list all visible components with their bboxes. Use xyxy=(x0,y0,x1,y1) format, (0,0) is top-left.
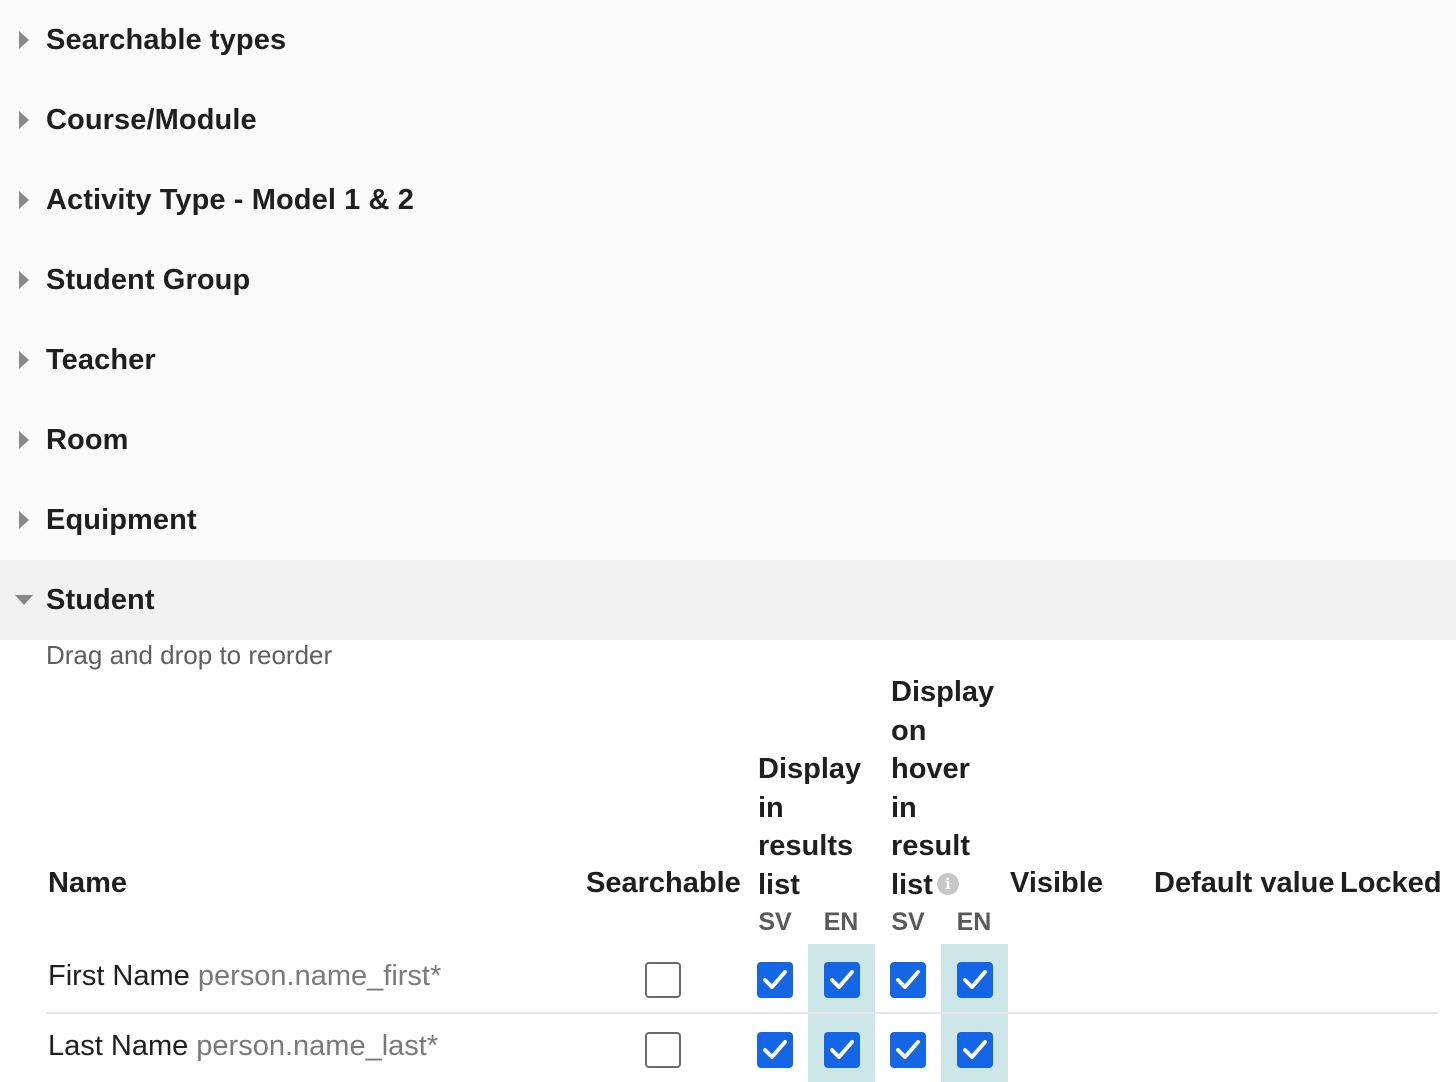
check-icon xyxy=(830,1040,854,1059)
sub-header-en: EN xyxy=(823,908,859,936)
sub-header-sv: SV xyxy=(891,908,925,936)
header-line: result xyxy=(891,830,970,862)
caret-right-icon xyxy=(14,30,34,50)
hover-sv-checkbox[interactable] xyxy=(890,962,926,998)
caret-right-icon xyxy=(14,510,34,530)
check-icon xyxy=(763,1040,787,1059)
accordion-label: Activity Type - Model 1 & 2 xyxy=(46,183,414,216)
accordion-label: Student Group xyxy=(46,263,251,296)
accordion-activity-type[interactable]: Activity Type - Model 1 & 2 xyxy=(0,160,1456,240)
searchable-checkbox[interactable] xyxy=(645,962,681,998)
results-en-checkbox[interactable] xyxy=(824,1032,860,1068)
sub-header-en: EN xyxy=(956,908,992,936)
row-divider xyxy=(46,1012,1438,1014)
accordion-label: Teacher xyxy=(46,343,156,376)
caret-right-icon xyxy=(14,110,34,130)
caret-down-icon xyxy=(14,590,34,610)
column-header-locked: Locked xyxy=(1340,867,1442,899)
column-header-display-hover: Display on hover in result list i xyxy=(891,673,994,904)
column-header-display-results: Display in results list xyxy=(758,750,861,904)
header-line: list xyxy=(758,868,800,901)
hover-sv-checkbox[interactable] xyxy=(890,1032,926,1068)
caret-right-icon xyxy=(14,430,34,450)
header-line: results xyxy=(758,830,854,862)
header-line: in xyxy=(891,791,917,824)
header-line: Display xyxy=(758,753,862,785)
table-row-name: Last Name person.name_last* xyxy=(48,1030,438,1063)
accordion-label: Course/Module xyxy=(46,103,257,136)
caret-right-icon xyxy=(14,190,34,210)
hover-en-checkbox[interactable] xyxy=(957,962,993,998)
field-name: First Name xyxy=(48,960,190,992)
accordion-label: Room xyxy=(46,423,129,456)
accordion-room[interactable]: Room xyxy=(0,400,1456,480)
check-icon xyxy=(896,970,920,989)
field-name: Last Name xyxy=(48,1030,189,1062)
header-line: hover xyxy=(891,753,970,785)
caret-right-icon xyxy=(14,350,34,370)
column-header-visible: Visible xyxy=(1010,867,1103,899)
accordion-label: Student xyxy=(46,583,155,616)
accordion-student[interactable]: Student xyxy=(0,560,1456,640)
check-icon xyxy=(830,970,854,989)
header-line: in xyxy=(758,791,784,824)
column-header-searchable: Searchable xyxy=(586,867,741,899)
check-icon xyxy=(896,1040,920,1059)
accordion-teacher[interactable]: Teacher xyxy=(0,320,1456,400)
column-header-name: Name xyxy=(48,867,127,899)
drag-hint: Drag and drop to reorder xyxy=(46,640,333,670)
check-icon xyxy=(963,1040,987,1059)
searchable-checkbox[interactable] xyxy=(645,1032,681,1068)
check-icon xyxy=(963,970,987,989)
column-header-default-value: Default value xyxy=(1154,867,1335,899)
check-icon xyxy=(763,970,787,989)
header-line: list xyxy=(891,868,933,901)
student-fields-panel: Drag and drop to reorder Name Searchable… xyxy=(0,640,1456,1082)
field-key: person.name_last* xyxy=(196,1030,439,1062)
accordion-searchable-types[interactable]: Searchable types xyxy=(0,0,1456,80)
field-key: person.name_first* xyxy=(197,960,442,992)
sub-header-sv: SV xyxy=(758,908,792,936)
table-row-name: First Name person.name_first* xyxy=(48,960,441,993)
hover-en-checkbox[interactable] xyxy=(957,1032,993,1068)
results-sv-checkbox[interactable] xyxy=(757,1032,793,1068)
results-en-checkbox[interactable] xyxy=(824,962,860,998)
results-sv-checkbox[interactable] xyxy=(757,962,793,998)
accordion-equipment[interactable]: Equipment xyxy=(0,480,1456,560)
info-icon[interactable]: i xyxy=(936,872,959,895)
accordion-label: Equipment xyxy=(46,503,197,536)
caret-right-icon xyxy=(14,270,34,290)
searchable-types-accordion: Searchable types Course/Module Activity … xyxy=(0,0,1456,640)
accordion-course-module[interactable]: Course/Module xyxy=(0,80,1456,160)
accordion-label: Searchable types xyxy=(46,23,287,56)
header-line: on xyxy=(891,714,927,747)
accordion-student-group[interactable]: Student Group xyxy=(0,240,1456,320)
header-line: Display xyxy=(891,676,995,708)
